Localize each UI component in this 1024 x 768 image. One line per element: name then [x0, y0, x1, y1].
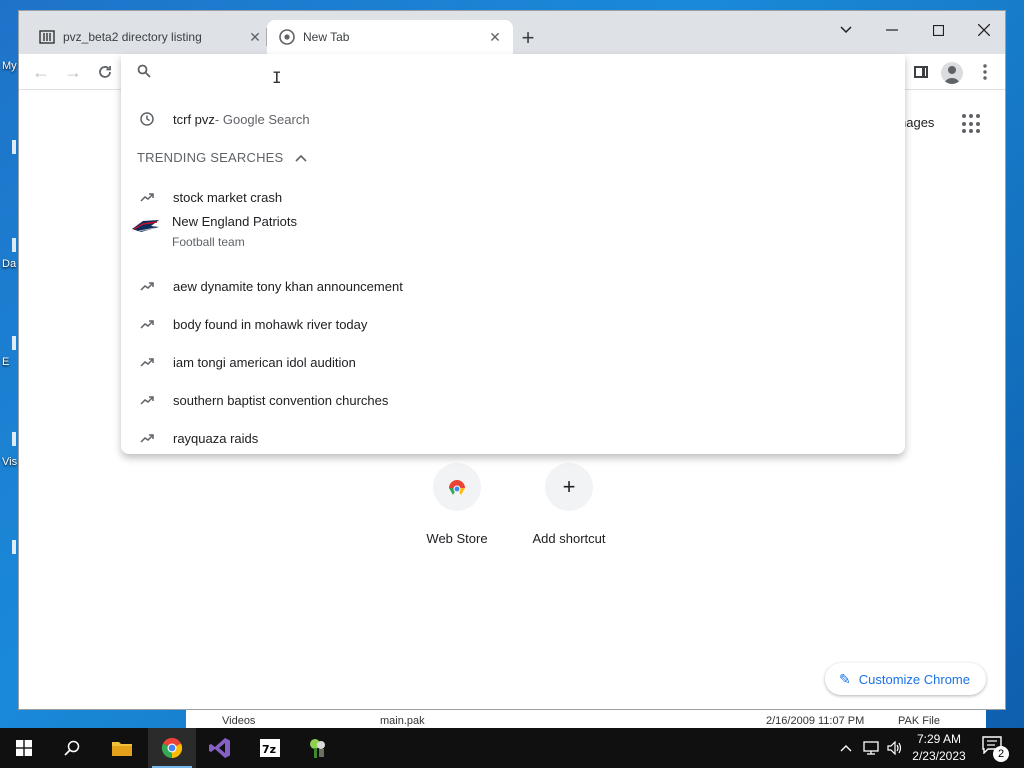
- trending-suggestion[interactable]: stock market crash: [121, 186, 905, 208]
- trending-arrow-icon: [121, 357, 173, 367]
- profile-avatar-icon[interactable]: [941, 62, 963, 84]
- trending-text: rayquaza raids: [173, 430, 259, 446]
- taskbar: 7z 7:29 AM 2/23/2023 2: [0, 728, 1024, 768]
- tray-overflow-chevron-icon[interactable]: [838, 728, 854, 768]
- desktop-icon-edge[interactable]: [12, 336, 16, 350]
- trending-arrow-icon: [121, 319, 173, 329]
- trending-suggestion[interactable]: rayquaza raids: [121, 427, 905, 449]
- tab-close-icon[interactable]: ✕: [487, 29, 503, 45]
- chrome-web-store-icon: [433, 463, 481, 511]
- clock-date: 2/23/2023: [912, 749, 966, 763]
- explorer-nav-item[interactable]: Videos: [222, 714, 255, 728]
- trending-arrow-icon: [121, 433, 173, 443]
- shortcut-web-store[interactable]: Web Store: [401, 463, 513, 553]
- visual-studio-icon[interactable]: [196, 728, 244, 768]
- plus-icon: +: [545, 463, 593, 511]
- tab-pvz-directory[interactable]: pvz_beta2 directory listing ✕: [27, 20, 273, 54]
- trending-heading-label: TRENDING SEARCHES: [137, 150, 284, 165]
- desktop-icon-label[interactable]: Vis: [2, 456, 17, 468]
- address-bar-input[interactable]: [165, 60, 865, 84]
- entity-suggestion-patriots[interactable]: New England Patriots Football team: [121, 210, 905, 250]
- patriots-logo-icon: [131, 218, 161, 236]
- trending-arrow-icon: [121, 281, 173, 291]
- trending-text: southern baptist convention churches: [173, 392, 389, 408]
- tab-strip: pvz_beta2 directory listing ✕ New Tab ✕ …: [19, 11, 1005, 54]
- pencil-icon: ✎: [839, 670, 851, 687]
- 7zip-icon[interactable]: 7z: [246, 728, 294, 768]
- trending-text: aew dynamite tony khan announcement: [173, 278, 403, 294]
- desktop-icon-label[interactable]: My: [2, 60, 17, 72]
- trending-suggestion[interactable]: body found in mohawk river today: [121, 313, 905, 335]
- directory-favicon-icon: [39, 29, 55, 45]
- chrome-favicon-icon: [279, 29, 295, 45]
- shortcut-label: Web Store: [426, 531, 488, 546]
- desktop-icon-edge[interactable]: [12, 432, 16, 446]
- desktop-icon-label[interactable]: E: [2, 356, 9, 368]
- trending-text: stock market crash: [173, 189, 283, 205]
- desktop-icon-label[interactable]: Da: [2, 258, 16, 270]
- entity-subtitle: Football team: [172, 235, 245, 249]
- explorer-file-date: 2/16/2009 11:07 PM: [766, 715, 865, 727]
- shortcut-add[interactable]: + Add shortcut: [513, 463, 625, 553]
- tab-close-icon[interactable]: ✕: [247, 29, 263, 45]
- action-center-icon[interactable]: 2: [982, 736, 1009, 762]
- trending-text: body found in mohawk river today: [173, 316, 368, 332]
- trending-text: iam tongi american idol audition: [173, 354, 356, 370]
- windows-start-icon[interactable]: [0, 728, 48, 768]
- history-clock-icon: [121, 112, 173, 126]
- network-icon[interactable]: [860, 728, 882, 768]
- tab-title: pvz_beta2 directory listing: [63, 30, 202, 44]
- shortcut-label: Add shortcut: [532, 531, 606, 546]
- history-source: - Google Search: [214, 111, 310, 127]
- maximize-icon[interactable]: [915, 15, 961, 45]
- minimize-icon[interactable]: [869, 15, 915, 45]
- taskbar-search-icon[interactable]: [48, 728, 96, 768]
- customize-label: Customize Chrome: [858, 671, 970, 687]
- chrome-window: pvz_beta2 directory listing ✕ New Tab ✕ …: [18, 10, 1006, 710]
- trending-arrow-icon: [121, 395, 173, 405]
- menu-kebab-icon[interactable]: [971, 58, 999, 86]
- collapse-chevron-icon[interactable]: [295, 151, 307, 165]
- explorer-file-name[interactable]: main.pak: [380, 714, 425, 728]
- trending-suggestion[interactable]: southern baptist convention churches: [121, 389, 905, 411]
- tab-search-chevron-icon[interactable]: [823, 15, 869, 45]
- clock-time: 7:29 AM: [916, 732, 962, 746]
- history-suggestion[interactable]: tcrf pvz - Google Search: [121, 108, 905, 130]
- trending-searches-heading: TRENDING SEARCHES: [137, 150, 307, 165]
- google-apps-icon[interactable]: [962, 114, 982, 134]
- notification-count-badge: 2: [993, 746, 1009, 762]
- history-query: tcrf pvz: [173, 111, 215, 127]
- svg-text:7z: 7z: [262, 743, 276, 756]
- plants-vs-zombies-icon[interactable]: [294, 728, 342, 768]
- file-explorer-icon[interactable]: [98, 728, 146, 768]
- trending-suggestion[interactable]: iam tongi american idol audition: [121, 351, 905, 373]
- trending-suggestion[interactable]: aew dynamite tony khan announcement: [121, 275, 905, 297]
- customize-chrome-button[interactable]: ✎ Customize Chrome: [825, 663, 986, 695]
- omnibox[interactable]: [121, 54, 905, 90]
- forward-arrow-icon[interactable]: →: [59, 58, 87, 86]
- side-panel-icon[interactable]: [914, 66, 928, 78]
- desktop-icon-edge[interactable]: [12, 140, 16, 154]
- tab-title: New Tab: [303, 30, 350, 44]
- back-arrow-icon[interactable]: ←: [27, 58, 55, 86]
- tab-new-tab[interactable]: New Tab ✕: [267, 20, 513, 54]
- close-window-icon[interactable]: [961, 15, 1005, 45]
- omnibox-dropdown: tcrf pvz - Google Search TRENDING SEARCH…: [121, 54, 905, 454]
- entity-title: New England Patriots: [172, 214, 298, 229]
- desktop-icon-edge[interactable]: [12, 238, 16, 252]
- desktop-icon-edge[interactable]: [12, 540, 16, 554]
- trending-arrow-icon: [121, 192, 173, 202]
- explorer-file-type: PAK File: [898, 715, 940, 727]
- search-icon: [137, 64, 153, 80]
- taskbar-clock[interactable]: 7:29 AM 2/23/2023: [906, 731, 972, 765]
- reload-icon[interactable]: [91, 58, 119, 86]
- new-tab-plus-icon[interactable]: +: [516, 25, 540, 50]
- volume-icon[interactable]: [884, 728, 906, 768]
- chrome-icon[interactable]: [148, 728, 196, 768]
- text-cursor-icon: I: [272, 68, 282, 87]
